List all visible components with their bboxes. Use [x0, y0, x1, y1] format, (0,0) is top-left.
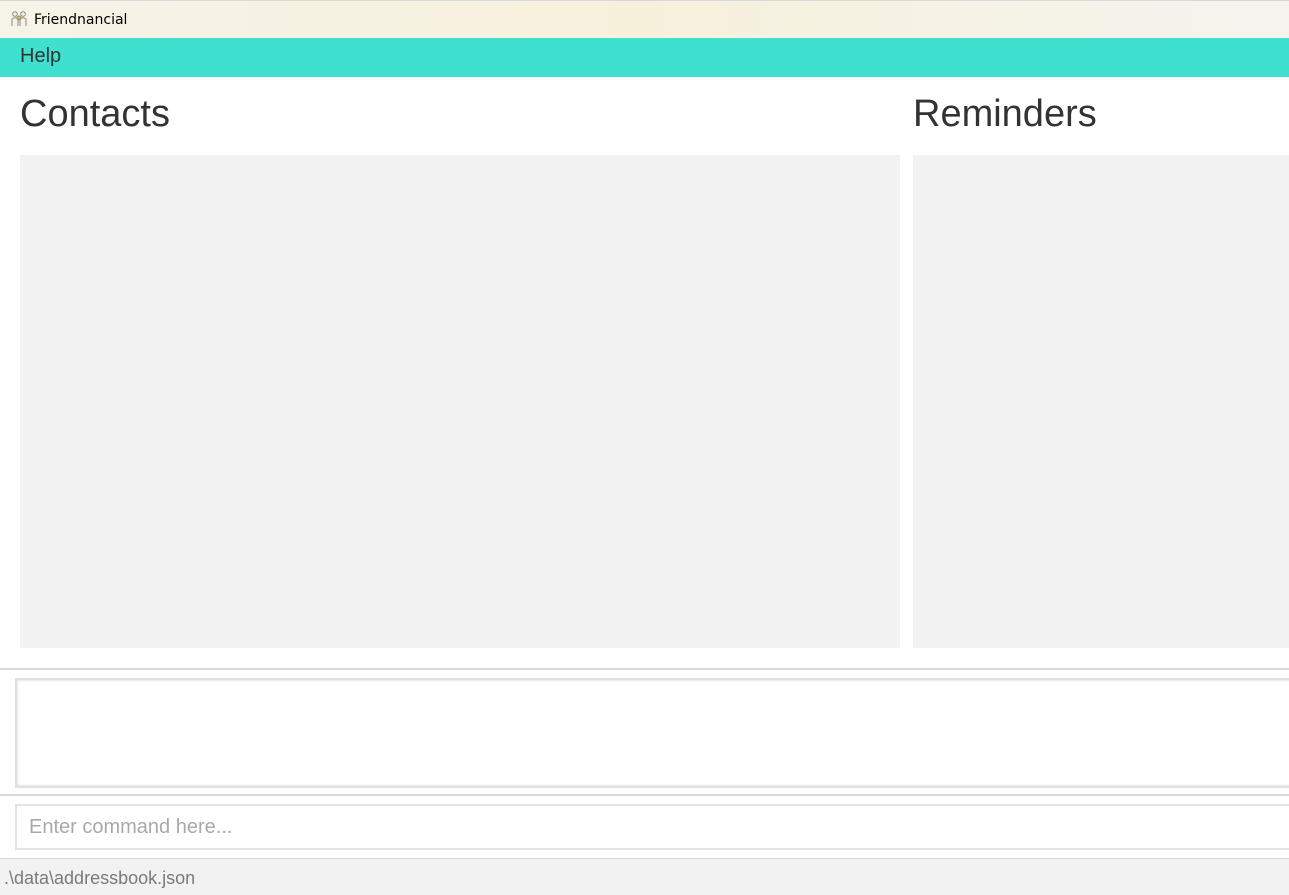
people-icon	[11, 11, 27, 26]
window-title: Friendnancial	[34, 12, 128, 28]
reminders-heading: Reminders	[913, 93, 1097, 135]
data-file-path: .\data\addressbook.json	[4, 868, 196, 888]
contacts-list[interactable]	[20, 155, 900, 648]
title-bar[interactable]: Friendnancial	[0, 0, 1289, 38]
divider	[0, 668, 1289, 670]
command-input[interactable]	[15, 804, 1289, 850]
menu-help[interactable]: Help	[20, 45, 61, 68]
menu-bar: Help	[0, 38, 1289, 77]
contacts-heading: Contacts	[20, 93, 170, 135]
divider	[0, 794, 1289, 796]
app-window: Friendnancial Help Contacts Reminders .\…	[0, 0, 1289, 895]
status-bar: .\data\addressbook.json	[0, 858, 1289, 895]
result-display[interactable]	[15, 678, 1289, 788]
reminders-list[interactable]	[913, 155, 1289, 648]
